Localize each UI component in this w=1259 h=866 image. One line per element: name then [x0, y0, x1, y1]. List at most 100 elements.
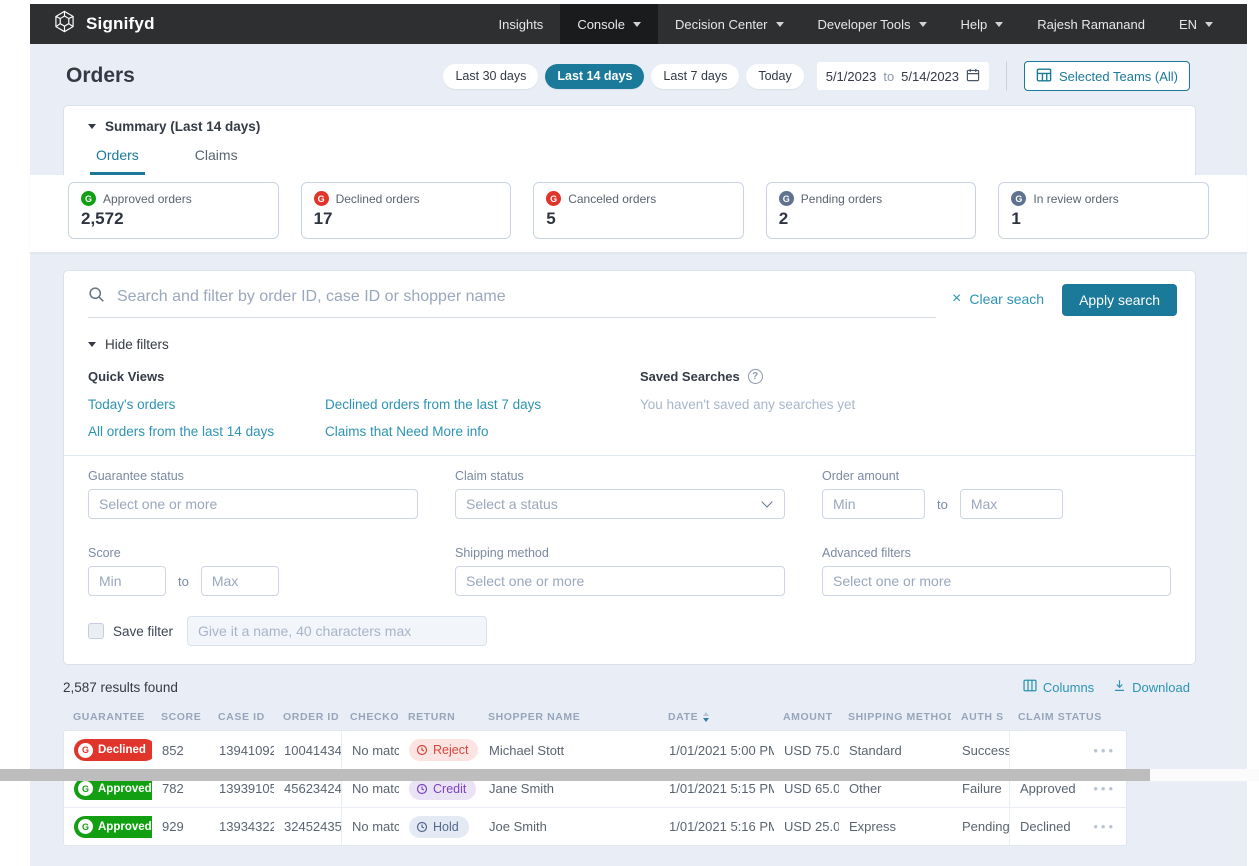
score-field: Score to: [88, 546, 418, 596]
search-filter-panel: × Clear seach Apply search Hide filters …: [63, 270, 1196, 665]
order-amount-min-input[interactable]: [822, 489, 925, 519]
saved-searches-empty-text: You haven't saved any searches yet: [640, 397, 855, 412]
claim-status-select[interactable]: Select a status: [455, 489, 785, 519]
guarantee-badge: GApproved: [74, 816, 152, 838]
chevron-down-icon: [761, 496, 772, 507]
brand-logo-icon: [52, 9, 77, 39]
guarantee-status-field: Guarantee status: [88, 469, 418, 519]
date-to-value: 5/14/2023: [901, 69, 959, 84]
page-header: Orders Last 30 days Last 14 days Last 7 …: [30, 44, 1247, 105]
selected-teams-button[interactable]: Selected Teams (All): [1024, 61, 1190, 91]
hide-filters-toggle[interactable]: Hide filters: [88, 337, 1171, 352]
calendar-icon: [966, 68, 980, 85]
date-to-word: to: [883, 69, 894, 84]
range-pill-last-14-days[interactable]: Last 14 days: [545, 64, 644, 89]
range-pill-last-7-days[interactable]: Last 7 days: [651, 64, 739, 89]
search-input[interactable]: [115, 287, 936, 307]
amount-cell: USD 25.00: [774, 808, 839, 845]
summary-title: Summary (Last 14 days): [105, 119, 260, 134]
nav-item-console[interactable]: Console: [560, 4, 658, 44]
quick-view-link-todays-orders[interactable]: Today's orders: [88, 397, 325, 412]
horizontal-scrollbar-thumb[interactable]: [0, 769, 1150, 781]
claim-status-cell: •••: [1009, 731, 1128, 769]
score-max-input[interactable]: [201, 566, 279, 596]
range-pill-today[interactable]: Today: [746, 64, 803, 89]
return-cell: Reject: [399, 731, 479, 769]
amount-cell: USD 75.09: [774, 731, 839, 769]
stat-value: 2: [779, 209, 964, 229]
nav-item-user[interactable]: Rajesh Ramanand: [1020, 4, 1162, 44]
overflow-menu-icon[interactable]: •••: [1093, 781, 1116, 796]
nav-items: Insights Console Decision Center Develop…: [482, 4, 1231, 44]
overflow-menu-icon[interactable]: •••: [1093, 819, 1116, 834]
columns-button[interactable]: Columns: [1023, 679, 1094, 695]
save-filter-name-input[interactable]: [187, 616, 487, 646]
guarantee-cell: GApproved: [64, 808, 152, 845]
tab-orders[interactable]: Orders: [90, 147, 145, 175]
results-actions: Columns Download: [1023, 679, 1190, 695]
stat-label: In review orders: [1033, 192, 1118, 206]
stat-label: Canceled orders: [568, 192, 656, 206]
case-id-cell: 1394109261: [209, 731, 274, 769]
apply-search-button[interactable]: Apply search: [1062, 284, 1177, 316]
save-filter-label: Save filter: [113, 624, 173, 639]
claim-status-placeholder: Select a status: [466, 496, 558, 512]
quick-view-link-all-14-days[interactable]: All orders from the last 14 days: [88, 424, 325, 439]
clock-icon: [416, 821, 428, 833]
clock-icon: [416, 783, 428, 795]
checkout-cell: No match: [341, 731, 399, 769]
selected-teams-label: Selected Teams (All): [1059, 69, 1178, 84]
quick-view-link-declined-7-days[interactable]: Declined orders from the last 7 days: [325, 397, 640, 412]
checkout-cell: No match: [341, 808, 399, 845]
guarantee-status-input[interactable]: [88, 489, 418, 519]
clear-search-button[interactable]: × Clear seach: [952, 291, 1044, 307]
guarantee-logo-icon: G: [779, 191, 794, 206]
help-circle-icon[interactable]: ?: [748, 369, 763, 384]
stat-label: Declined orders: [336, 192, 420, 206]
table-body: GDeclined 852 1394109261 100414341 No ma…: [63, 730, 1127, 846]
nav-item-developer-tools[interactable]: Developer Tools: [801, 4, 944, 44]
col-header-amount-sort[interactable]: AMOUNT: [773, 703, 838, 730]
clear-search-label: Clear seach: [969, 291, 1044, 307]
guarantee-logo-icon: G: [1011, 191, 1026, 206]
save-filter-checkbox[interactable]: [88, 623, 104, 639]
brand-home-link[interactable]: Signifyd: [52, 9, 155, 39]
stat-card-declined-orders: GDeclined orders 17: [301, 182, 512, 239]
stat-label: Pending orders: [801, 192, 882, 206]
horizontal-scrollbar-track[interactable]: [0, 769, 1259, 781]
table-row[interactable]: GApproved 929 1393432216 32452435 No mat…: [64, 807, 1126, 845]
advanced-filters-field: Advanced filters: [822, 546, 1171, 596]
col-header-date-sort[interactable]: DATE: [658, 703, 773, 730]
shipping-method-input[interactable]: [455, 566, 785, 596]
triangle-down-icon: [88, 124, 96, 129]
download-button[interactable]: Download: [1113, 679, 1190, 695]
return-badge: Hold: [409, 816, 469, 838]
nav-item-insights[interactable]: Insights: [482, 4, 561, 44]
order-amount-to-label: to: [937, 497, 948, 512]
nav-item-decision-center[interactable]: Decision Center: [658, 4, 801, 44]
stat-card-canceled-orders: GCanceled orders 5: [533, 182, 744, 239]
chevron-down-icon: [1205, 22, 1213, 27]
stat-value: 5: [546, 209, 731, 229]
saved-searches-title: Saved Searches: [640, 369, 740, 384]
table-row[interactable]: GDeclined 852 1394109261 100414341 No ma…: [64, 731, 1126, 769]
chevron-down-icon: [633, 22, 641, 27]
nav-item-help[interactable]: Help: [944, 4, 1021, 44]
download-icon: [1113, 679, 1126, 695]
range-pill-last-30-days[interactable]: Last 30 days: [443, 64, 538, 89]
col-header-order-id: ORDER ID: [273, 703, 340, 730]
tab-claims[interactable]: Claims: [189, 147, 244, 175]
order-amount-max-input[interactable]: [960, 489, 1063, 519]
date-range-picker[interactable]: 5/1/2023 to 5/14/2023: [817, 62, 989, 90]
hide-filters-label: Hide filters: [105, 337, 169, 352]
quick-view-link-claims-need-info[interactable]: Claims that Need More info: [325, 424, 640, 439]
date-cell: 1/01/2021 5:16 PM PST: [659, 808, 774, 845]
nav-item-language[interactable]: EN: [1162, 4, 1230, 44]
score-min-input[interactable]: [88, 566, 166, 596]
overflow-menu-icon[interactable]: •••: [1093, 743, 1116, 758]
app-window: Signifyd Insights Console Decision Cente…: [30, 4, 1247, 866]
advanced-filters-input[interactable]: [822, 566, 1171, 596]
guarantee-badge: GDeclined: [74, 739, 152, 761]
summary-cards: GApproved orders 2,572 GDeclined orders …: [68, 182, 1209, 239]
summary-collapse-toggle[interactable]: Summary (Last 14 days): [88, 119, 1171, 134]
